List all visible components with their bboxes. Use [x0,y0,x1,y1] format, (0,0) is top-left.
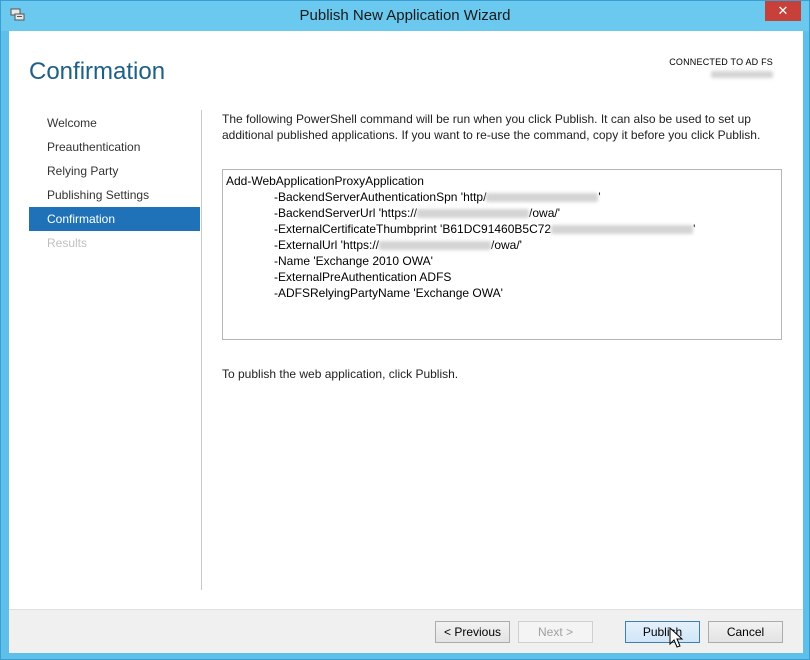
title-bar[interactable]: Publish New Application Wizard ✕ [1,1,809,31]
page-title: Confirmation [29,58,166,85]
nav-item-confirmation[interactable]: Confirmation [29,207,200,231]
connection-status-label: CONNECTED TO AD FS [669,57,773,67]
sidebar-divider [201,110,202,590]
wizard-body: Confirmation CONNECTED TO AD FS Welcome … [9,31,803,653]
command-backend-prefix: -BackendServerUrl 'https:// [274,206,418,220]
command-preauth-param: -ExternalPreAuthentication ADFS [274,270,452,284]
command-spn-suffix: ' [598,190,601,204]
command-line: Add-WebApplicationProxyApplication [226,173,781,189]
publish-instruction: To publish the web application, click Pu… [222,367,459,381]
close-button[interactable]: ✕ [765,1,801,21]
command-thumb-prefix: -ExternalCertificateThumbprint 'B61DC914… [274,222,552,236]
previous-button[interactable]: < Previous [435,621,510,643]
command-line: -BackendServerUrl 'https:// /owa/' [226,205,781,221]
wizard-window: Publish New Application Wizard ✕ Confirm… [0,0,810,660]
wizard-steps-nav: Welcome Preauthentication Relying Party … [29,111,200,255]
command-spn-prefix: -BackendServerAuthenticationSpn 'http/ [274,190,487,204]
mouse-pointer-icon [669,627,684,648]
command-external-suffix: /owa/' [491,238,522,252]
command-cmdlet: Add-WebApplicationProxyApplication [226,174,424,188]
command-line: -ADFSRelyingPartyName 'Exchange OWA' [226,285,781,301]
nav-item-relying-party[interactable]: Relying Party [29,159,200,183]
connection-status: CONNECTED TO AD FS [669,57,773,78]
command-external-prefix: -ExternalUrl 'https:// [274,238,379,252]
redacted-value [486,193,599,203]
redacted-server-name [711,71,773,78]
redacted-value [379,241,491,251]
command-line: -ExternalPreAuthentication ADFS [226,269,781,285]
redacted-value [551,225,694,235]
command-backend-suffix: /owa/' [529,206,560,220]
command-name-param: -Name 'Exchange 2010 OWA' [274,254,433,268]
command-line: -Name 'Exchange 2010 OWA' [226,253,781,269]
command-line: -BackendServerAuthenticationSpn 'http/ ' [226,189,781,205]
command-line: -ExternalCertificateThumbprint 'B61DC914… [226,221,781,237]
nav-item-publishing-settings[interactable]: Publishing Settings [29,183,200,207]
cancel-button[interactable]: Cancel [708,621,783,643]
command-rp-param: -ADFSRelyingPartyName 'Exchange OWA' [274,286,503,300]
powershell-command-box[interactable]: Add-WebApplicationProxyApplication -Back… [222,169,782,340]
nav-item-welcome[interactable]: Welcome [29,111,200,135]
publish-button[interactable]: Publish [625,621,700,643]
nav-item-results: Results [47,236,88,250]
command-line: -ExternalUrl 'https:// /owa/' [226,237,781,253]
command-thumb-suffix: ' [693,222,696,236]
command-description: The following PowerShell command will be… [222,112,761,142]
redacted-value [417,209,530,219]
next-button: Next > [518,621,593,643]
nav-item-preauthentication[interactable]: Preauthentication [29,135,200,159]
window-title: Publish New Application Wizard [299,7,511,24]
